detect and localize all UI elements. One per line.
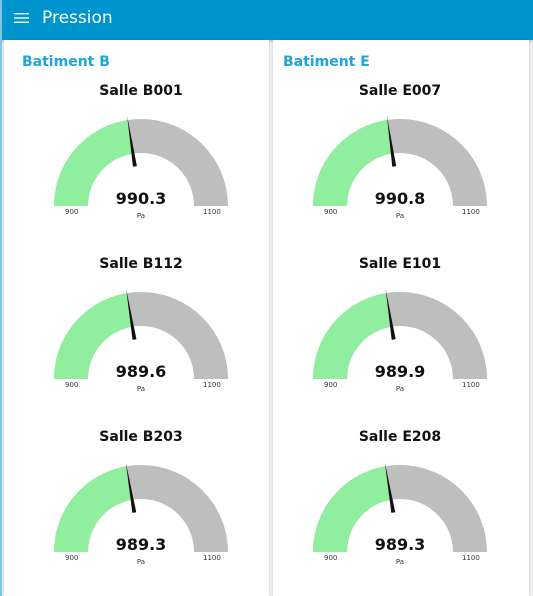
pressure-gauge: Salle E208 989.3 Pa 900 1100: [280, 376, 520, 576]
gauge-unit: Pa: [136, 558, 146, 566]
gauge-value: 989.3: [115, 535, 167, 554]
pressure-gauge: Salle E007 990.8 Pa 900 1100: [280, 30, 520, 230]
gauge-max-label: 1100: [462, 554, 480, 562]
pressure-gauge: Salle E101 989.9 Pa 900 1100: [280, 203, 520, 403]
pressure-gauge: Salle B203 989.3 Pa 900 1100: [21, 376, 261, 576]
pressure-gauge: Salle B001 990.3 Pa 900 1100: [21, 30, 261, 230]
hamburger-menu-icon[interactable]: [14, 11, 36, 29]
gauge-unit: Pa: [395, 558, 405, 566]
dashboard-content: Batiment B Salle B001 990.3 Pa 900 1100 Salle…: [0, 40, 533, 596]
pressure-gauge: Salle B112 989.6 Pa 900 1100: [21, 203, 261, 403]
gauge-value: 989.3: [374, 535, 426, 554]
gauge-min-label: 900: [65, 554, 79, 562]
group-batiment-b: Batiment B Salle B001 990.3 Pa 900 1100 Salle…: [4, 40, 269, 596]
group-batiment-e: Batiment E Salle E007 990.8 Pa 900 1100 Salle…: [273, 40, 529, 596]
gauge-max-label: 1100: [203, 554, 221, 562]
gauge-min-label: 900: [324, 554, 338, 562]
page-title: Pression: [42, 8, 113, 28]
